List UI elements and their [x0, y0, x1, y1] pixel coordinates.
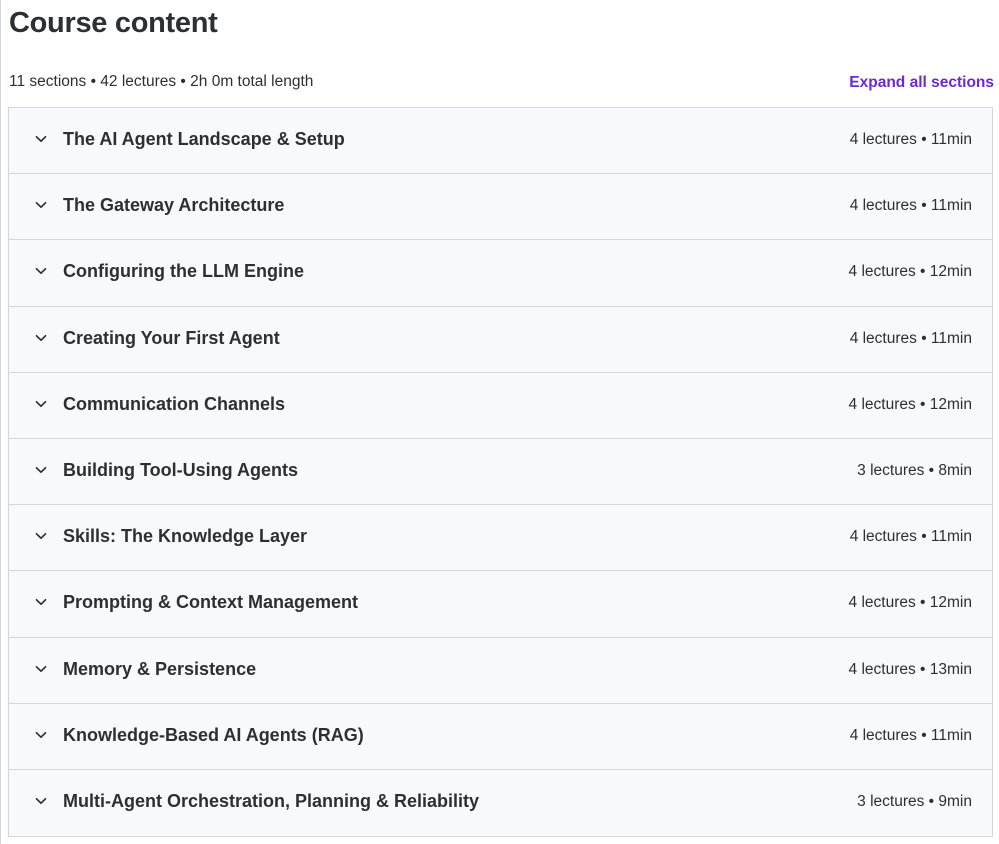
expand-all-sections-button[interactable]: Expand all sections: [849, 73, 994, 93]
chevron-down-icon: [33, 396, 49, 412]
section-meta: 4 lectures • 11min: [849, 528, 972, 546]
section-row[interactable]: The Gateway Architecture 4 lectures • 11…: [9, 174, 992, 241]
section-title: Prompting & Context Management: [63, 592, 359, 613]
page-title: Course content: [9, 7, 218, 39]
section-title: Multi-Agent Orchestration, Planning & Re…: [63, 790, 480, 811]
page-left-border: [0, 0, 1, 844]
section-row[interactable]: Communication Channels 4 lectures • 12mi…: [9, 372, 992, 439]
section-row[interactable]: Prompting & Context Management 4 lecture…: [9, 571, 992, 638]
section-meta: 3 lectures • 9min: [857, 792, 972, 810]
section-meta: 4 lectures • 11min: [849, 726, 972, 744]
section-meta: 4 lectures • 11min: [849, 197, 972, 215]
section-row[interactable]: Multi-Agent Orchestration, Planning & Re…: [9, 769, 992, 837]
section-title: Creating Your First Agent: [63, 327, 280, 348]
section-title: Configuring the LLM Engine: [63, 261, 304, 282]
chevron-down-icon: [33, 594, 49, 610]
section-title: Memory & Persistence: [63, 658, 257, 679]
section-title: Building Tool-Using Agents: [63, 459, 298, 480]
chevron-down-icon: [33, 661, 49, 677]
chevron-down-icon: [33, 727, 49, 743]
section-title: Knowledge-Based AI Agents (RAG): [63, 724, 364, 745]
section-meta: 4 lectures • 13min: [848, 660, 972, 678]
section-row[interactable]: The AI Agent Landscape & Setup 4 lecture…: [9, 108, 992, 175]
section-row[interactable]: Configuring the LLM Engine 4 lectures • …: [9, 240, 992, 307]
section-title: Skills: The Knowledge Layer: [63, 526, 308, 547]
section-meta: 3 lectures • 8min: [857, 461, 972, 479]
chevron-down-icon: [33, 197, 49, 213]
chevron-down-icon: [33, 263, 49, 279]
section-title: The AI Agent Landscape & Setup: [63, 129, 345, 149]
section-title: Communication Channels: [63, 393, 286, 414]
section-meta: 4 lectures • 12min: [848, 594, 972, 612]
course-summary: 11 sections • 42 lectures • 2h 0m total …: [9, 73, 314, 90]
section-meta: 4 lectures • 11min: [849, 131, 972, 148]
section-row[interactable]: Memory & Persistence 4 lectures • 13min: [9, 637, 992, 704]
section-row[interactable]: Building Tool-Using Agents 3 lectures • …: [9, 438, 992, 506]
chevron-down-icon: [33, 131, 49, 147]
chevron-down-icon: [33, 330, 49, 346]
section-meta: 4 lectures • 12min: [848, 395, 972, 413]
section-meta: 4 lectures • 11min: [849, 329, 972, 347]
sections-accordion: The AI Agent Landscape & Setup 4 lecture…: [8, 107, 993, 838]
chevron-down-icon: [33, 528, 49, 544]
chevron-down-icon: [33, 462, 49, 478]
chevron-down-icon: [33, 793, 49, 809]
course-summary-row: 11 sections • 42 lectures • 2h 0m total …: [9, 70, 994, 94]
section-row[interactable]: Knowledge-Based AI Agents (RAG) 4 lectur…: [9, 703, 992, 770]
section-title: The Gateway Architecture: [63, 195, 285, 216]
section-row[interactable]: Skills: The Knowledge Layer 4 lectures •…: [9, 505, 992, 572]
section-row[interactable]: Creating Your First Agent 4 lectures • 1…: [9, 306, 992, 373]
section-meta: 4 lectures • 12min: [848, 263, 972, 281]
